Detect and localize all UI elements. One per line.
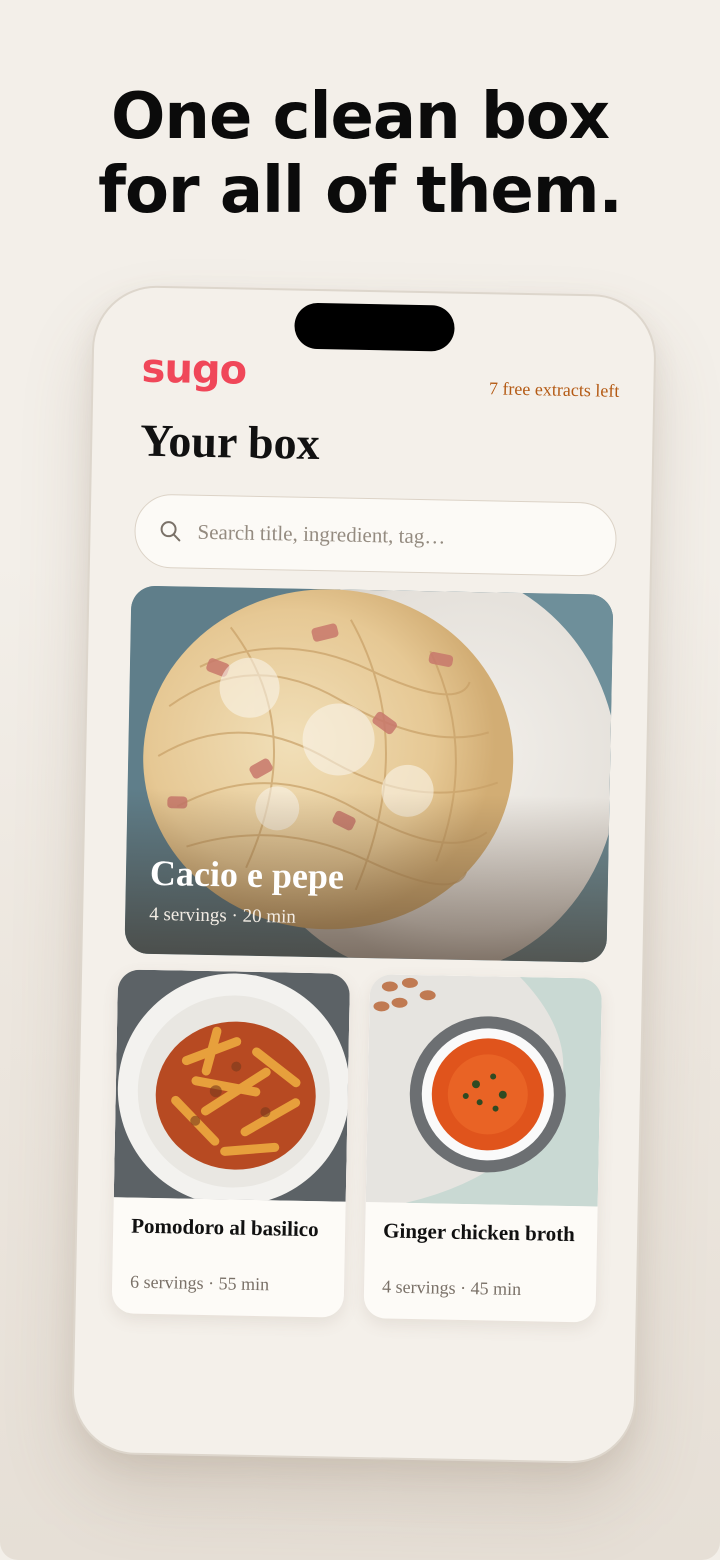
recipe-title: Ginger chicken broth <box>382 1218 576 1247</box>
recipe-card-featured[interactable]: Cacio e pepe 4 servings · 20 min <box>124 585 614 963</box>
promo-screen: One clean box for all of them. sugo 7 fr… <box>0 0 720 1560</box>
recipe-meta: 4 servings · 20 min <box>148 903 297 928</box>
recipe-card[interactable]: Pomodoro al basilico 6 servings · 55 min <box>111 969 351 1318</box>
recipe-title: Pomodoro al basilico <box>130 1213 319 1242</box>
search-input[interactable] <box>195 518 580 553</box>
free-extracts-counter[interactable]: 7 free extracts left <box>489 378 620 401</box>
recipe-meta: 4 servings · 45 min <box>381 1276 522 1300</box>
phone-notch <box>294 302 455 352</box>
recipe-title: Cacio e pepe <box>149 852 345 897</box>
recipe-card[interactable]: Ginger chicken broth 4 servings · 45 min <box>363 974 603 1323</box>
recipe-photo <box>113 969 351 1202</box>
promo-headline: One clean box for all of them. <box>0 80 720 228</box>
headline-line-1: One clean box <box>110 80 610 154</box>
phone-mockup: sugo 7 free extracts left Your box Searc… <box>70 284 658 1465</box>
search-icon <box>159 520 181 542</box>
headline-line-2: for all of them. <box>98 154 623 228</box>
search-bar[interactable] <box>133 493 618 577</box>
page-title: Your box <box>139 414 321 470</box>
app-logo: sugo <box>141 345 247 394</box>
recipe-meta: 6 servings · 55 min <box>129 1271 270 1295</box>
recipe-photo <box>365 974 603 1207</box>
